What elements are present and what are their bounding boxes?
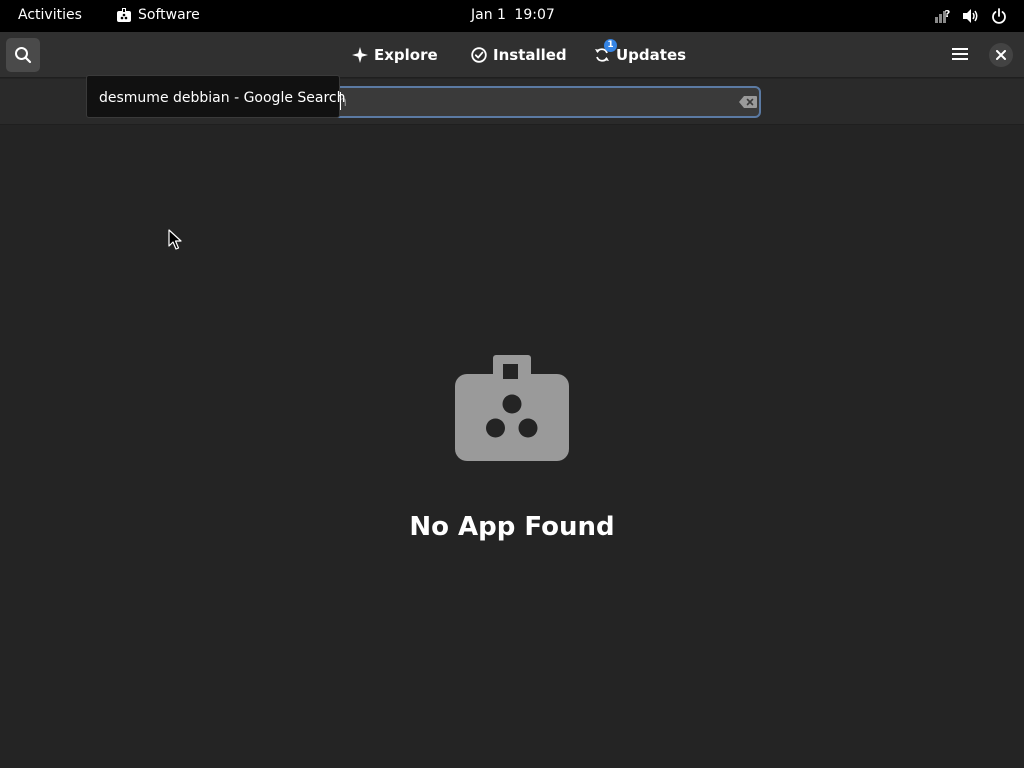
explore-icon: [352, 47, 368, 63]
app-menu[interactable]: Software: [117, 7, 200, 23]
clock[interactable]: Jan 1 19:07: [471, 7, 555, 23]
volume-icon[interactable]: [962, 8, 980, 24]
search-toggle-button[interactable]: [6, 38, 40, 72]
tab-updates-label: Updates: [616, 46, 687, 64]
installed-check-icon: [471, 47, 487, 63]
main-menu-button[interactable]: [952, 46, 968, 65]
clock-time: 19:07: [514, 7, 555, 23]
search-icon: [15, 47, 32, 64]
software-bag-icon: [455, 355, 569, 461]
hamburger-menu-icon: [952, 48, 968, 60]
top-bar: Activities Software Jan 1 19:07 ?: [0, 0, 1024, 32]
close-icon: [996, 50, 1006, 60]
power-icon[interactable]: [991, 8, 1007, 24]
tab-installed-label: Installed: [493, 46, 567, 64]
search-input[interactable]: [297, 88, 717, 116]
clock-date: Jan 1: [471, 7, 506, 23]
network-unknown-icon[interactable]: ?: [934, 8, 950, 24]
software-bag-icon: [117, 8, 131, 22]
tab-explore[interactable]: Explore: [352, 32, 438, 78]
tab-explore-label: Explore: [374, 46, 438, 64]
svg-text:?: ?: [945, 9, 951, 20]
empty-state-title: No App Found: [409, 512, 615, 542]
close-window-button[interactable]: [989, 43, 1013, 67]
header-bar: Explore Installed Updates 1: [0, 32, 1024, 78]
activities-button[interactable]: Activities: [18, 7, 82, 23]
tab-installed[interactable]: Installed: [471, 32, 567, 78]
updates-count-badge: 1: [604, 39, 617, 52]
clear-search-icon[interactable]: [739, 96, 757, 108]
app-name: Software: [138, 7, 200, 23]
mouse-pointer-icon: [168, 229, 182, 250]
search-tooltip: desmume debbian - Google Search: [86, 75, 346, 118]
